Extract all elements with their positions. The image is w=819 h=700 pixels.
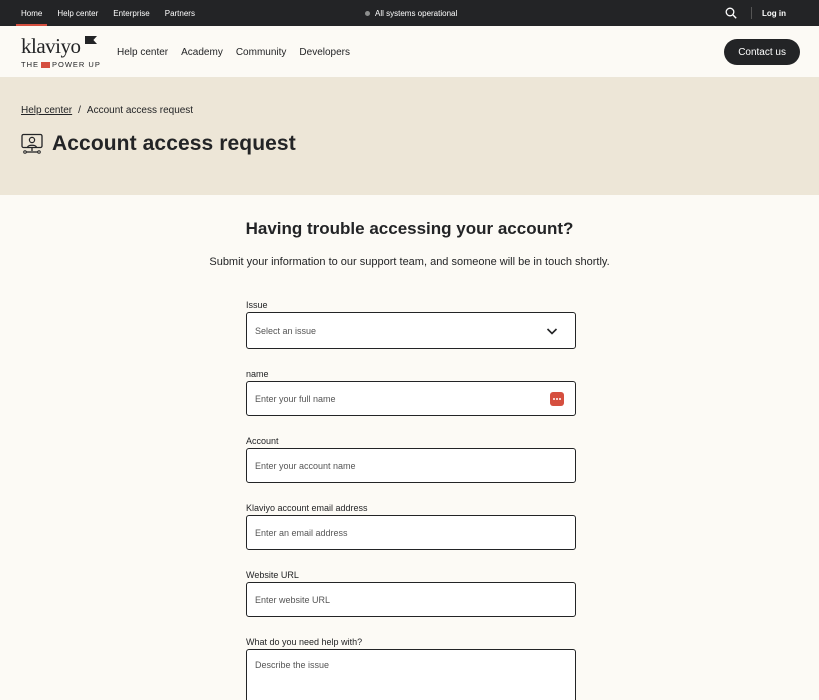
utility-link-enterprise[interactable]: Enterprise <box>108 0 154 26</box>
support-monitor-icon <box>21 133 43 154</box>
password-manager-icon[interactable] <box>550 392 564 406</box>
page-title: Account access request <box>52 132 296 155</box>
page-title-row: Account access request <box>21 132 296 156</box>
system-status[interactable]: All systems operational <box>365 0 457 26</box>
account-placeholder: Enter your account name <box>255 460 356 471</box>
main-content: Having trouble accessing your account? S… <box>0 195 819 700</box>
breadcrumb-current: Account access request <box>86 105 194 116</box>
tagline-pre: THE <box>21 60 39 69</box>
divider <box>751 7 752 19</box>
nav-item-developers[interactable]: Developers <box>299 47 350 58</box>
help-label: What do you need help with? <box>246 637 363 647</box>
breadcrumb-separator: / <box>78 105 81 116</box>
utility-link-help-center[interactable]: Help center <box>52 0 103 26</box>
main-nav: klaviyo THE POWER UP Help center Academy… <box>0 26 819 78</box>
logo-tagline: THE POWER UP <box>21 60 101 69</box>
help-placeholder: Describe the issue <box>255 660 330 670</box>
contact-us-button[interactable]: Contact us <box>724 39 800 65</box>
tagline-mark-icon <box>41 61 50 68</box>
page-header: Help center / Account access request Acc… <box>0 78 819 195</box>
issue-select-value: Select an issue <box>255 325 317 336</box>
utility-link-home[interactable]: Home <box>16 0 48 26</box>
issue-select[interactable]: Select an issue <box>246 312 576 349</box>
nav-item-help-center[interactable]: Help center <box>117 47 168 58</box>
top-utility-bar: Home Help center Enterprise Partners All… <box>0 0 819 26</box>
help-textarea[interactable]: Describe the issue <box>246 649 576 700</box>
system-status-text: All systems operational <box>375 8 458 18</box>
breadcrumb-help-center[interactable]: Help center <box>21 105 72 116</box>
email-field[interactable]: Enter an email address <box>246 515 576 550</box>
search-icon[interactable] <box>725 7 737 19</box>
nav-item-community[interactable]: Community <box>236 47 287 58</box>
nav-menu: Help center Academy Community Developers <box>117 26 363 78</box>
name-field[interactable]: Enter your full name <box>246 381 576 416</box>
website-label: Website URL <box>246 570 299 580</box>
name-placeholder: Enter your full name <box>255 393 336 404</box>
breadcrumb: Help center / Account access request <box>21 105 193 116</box>
form-heading: Having trouble accessing your account? <box>245 219 574 238</box>
utility-link-partners[interactable]: Partners <box>160 0 200 26</box>
utility-links: Home Help center Enterprise Partners <box>0 0 205 26</box>
account-label: Account <box>246 436 279 446</box>
tagline-post: POWER UP <box>52 60 101 69</box>
website-field[interactable]: Enter website URL <box>246 582 576 617</box>
nav-item-academy[interactable]: Academy <box>181 47 223 58</box>
email-label: Klaviyo account email address <box>246 503 368 513</box>
top-right-actions: Log in <box>725 0 786 26</box>
email-placeholder: Enter an email address <box>255 527 348 538</box>
website-placeholder: Enter website URL <box>255 594 331 605</box>
klaviyo-logo[interactable]: klaviyo THE POWER UP <box>21 36 101 70</box>
login-link[interactable]: Log in <box>762 9 786 18</box>
issue-label: Issue <box>246 300 268 310</box>
account-field[interactable]: Enter your account name <box>246 448 576 483</box>
status-dot-icon <box>365 10 370 16</box>
name-label: name <box>246 369 269 379</box>
chevron-down-icon <box>546 328 558 335</box>
form-subheading: Submit your information to our support t… <box>209 256 610 268</box>
